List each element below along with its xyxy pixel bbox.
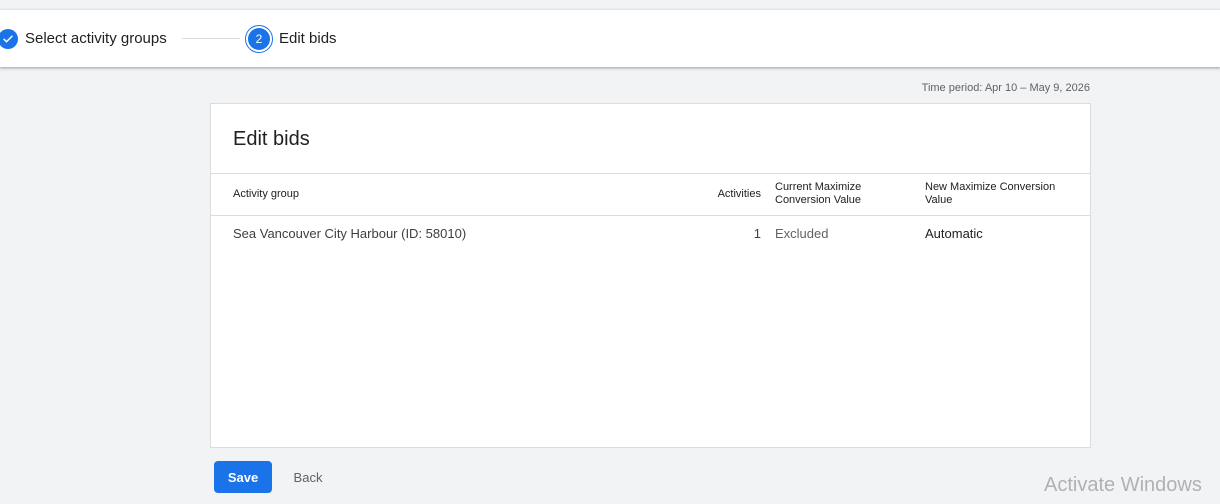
column-header-new-value[interactable]: New Maximize Conversion Value: [925, 181, 1075, 207]
step-connector: [182, 38, 240, 39]
column-header-activity-group[interactable]: Activity group: [233, 188, 299, 201]
edit-bids-card: Edit bids Activity group Activities Curr…: [210, 103, 1091, 448]
column-header-activities[interactable]: Activities: [718, 188, 761, 201]
card-title: Edit bids: [233, 128, 310, 150]
table-header: Activity group Activities Current Maximi…: [211, 173, 1090, 216]
cell-activity-group: Sea Vancouver City Harbour (ID: 58010): [233, 226, 467, 241]
column-header-current-value[interactable]: Current Maximize Conversion Value: [775, 181, 905, 207]
table-row: Sea Vancouver City Harbour (ID: 58010) 1…: [211, 215, 1090, 251]
stepper: Select activity groups 2 Edit bids: [0, 10, 1220, 67]
cell-current-value: Excluded: [775, 226, 829, 241]
cell-activities: 1: [753, 226, 761, 241]
step-label: Edit bids: [279, 30, 337, 47]
time-period: Time period: Apr 10 – May 9, 2026: [921, 82, 1090, 94]
step-number-ring: 2: [245, 24, 273, 53]
check-icon: [0, 28, 18, 49]
back-button[interactable]: Back: [282, 461, 334, 493]
top-strip: [0, 0, 1220, 10]
activate-windows-watermark: Activate Windows: [1044, 474, 1202, 496]
cell-new-value[interactable]: Automatic: [925, 226, 983, 241]
save-button[interactable]: Save: [214, 461, 272, 493]
step-number: 2: [248, 27, 270, 50]
step-edit-bids[interactable]: 2 Edit bids: [245, 10, 337, 67]
step-select-activity-groups[interactable]: Select activity groups: [0, 10, 167, 67]
step-label: Select activity groups: [25, 30, 167, 47]
